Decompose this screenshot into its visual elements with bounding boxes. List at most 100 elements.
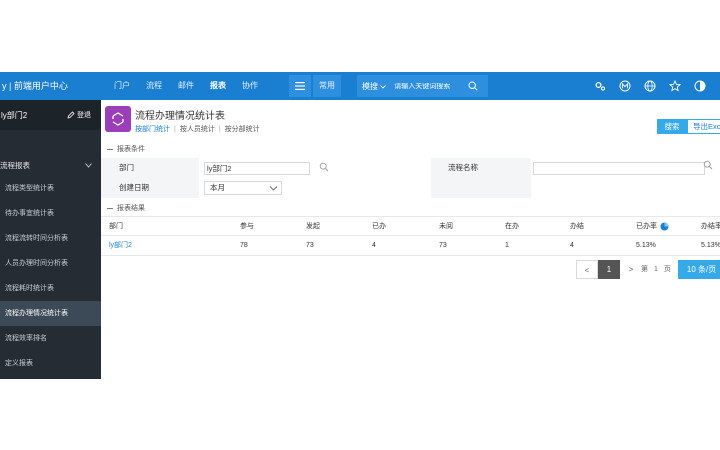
sidebar-items: 流程类型统计表 待办事宜统计表 流程流转时间分析表 人员办理时间分析表 流程耗时… <box>0 176 101 376</box>
search-icon[interactable] <box>319 162 329 172</box>
date-select[interactable]: 本月 <box>204 181 282 195</box>
results-section-header[interactable]: 报表结果 <box>107 203 145 213</box>
tab-by-department[interactable]: 按部门统计 <box>135 126 170 133</box>
page-number-current[interactable]: 1 <box>598 260 620 279</box>
sidebar-item-flow-time-analysis[interactable]: 流程流转时间分析表 <box>0 226 101 251</box>
sidebar-group-workflow-reports[interactable]: 流程报表 <box>0 155 101 175</box>
nav-reports[interactable]: 报表 <box>202 72 234 100</box>
sidebar-item-workflow-type-stats[interactable]: 流程类型统计表 <box>0 176 101 201</box>
table-cell: 73 <box>439 242 447 249</box>
nav-mail[interactable]: 邮件 <box>170 72 202 100</box>
table-cell: 78 <box>240 242 248 249</box>
table-cell: 4 <box>570 242 574 249</box>
report-subtabs: 按部门统计 | 按人员统计 | 按分部统计 <box>135 124 260 134</box>
theme-icon[interactable] <box>687 72 712 100</box>
results-title: 报表结果 <box>117 205 145 212</box>
power-icon[interactable] <box>712 72 720 100</box>
chevron-down-icon <box>380 84 387 89</box>
top-bar: y | 前端用户中心 门户 流程 邮件 报表 协作 常用 模搜 <box>0 72 720 100</box>
table-cell-department[interactable]: ly部门2 <box>109 236 132 256</box>
search-icon[interactable] <box>703 160 713 170</box>
workflow-name-field[interactable] <box>533 162 705 175</box>
table-header: 部门 参与 发起 已办 未阅 在办 办结 已办率 办结率 <box>101 216 720 236</box>
collapse-icon <box>107 207 113 209</box>
top-icons <box>587 72 720 100</box>
date-select-value: 本月 <box>210 183 225 192</box>
date-label: 创建日期 <box>119 183 149 192</box>
table-cell: 4 <box>372 242 376 249</box>
sidebar-item-todo-stats[interactable]: 待办事宜统计表 <box>0 201 101 226</box>
column-header[interactable]: 办结率 <box>701 217 720 237</box>
column-header-completion-rate[interactable]: 已办率 <box>636 217 669 237</box>
sidebar: ly部门2 登退 流程报表 流程类型统计表 待办事宜统计表 流程流转时间分析表 … <box>0 100 101 379</box>
sidebar-item-person-time-analysis[interactable]: 人员办理时间分析表 <box>0 251 101 276</box>
search-scope-label: 模搜 <box>362 81 378 91</box>
conditions-form: 部门 ly部门2 创建日期 本月 流程名称 <box>101 156 720 198</box>
column-header: 已办率 <box>636 223 657 230</box>
logout-label: 登退 <box>77 112 91 119</box>
results-table: 部门 参与 发起 已办 未阅 在办 办结 已办率 办结率 ly部门2 78 73… <box>101 216 720 256</box>
department-label: 部门 <box>119 163 134 172</box>
global-search: 模搜 <box>357 75 488 97</box>
top-nav: 门户 流程 邮件 报表 协作 <box>106 72 266 100</box>
main-content: 流程办理情况统计表 按部门统计|按人员统计|按分部统计 搜索 导出Excel 报… <box>101 100 720 390</box>
pagination: < 1 > 第 1 页 10 条/页 <box>576 260 720 279</box>
menu-button[interactable] <box>289 75 311 97</box>
sidebar-item-efficiency-ranking[interactable]: 流程效率排名 <box>0 326 101 351</box>
column-header[interactable]: 发起 <box>306 217 320 237</box>
sidebar-item-define-report[interactable]: 定义报表 <box>0 351 101 376</box>
common-button[interactable]: 常用 <box>313 75 341 97</box>
report-icon <box>105 106 131 132</box>
search-input[interactable] <box>394 82 465 90</box>
next-page-button[interactable]: > <box>624 260 638 279</box>
page-size-select[interactable]: 10 条/页 <box>677 260 720 279</box>
m-icon[interactable] <box>612 72 637 100</box>
column-header[interactable]: 部门 <box>109 217 123 237</box>
sidebar-item-duration-stats[interactable]: 流程耗时统计表 <box>0 276 101 301</box>
chevron-down-icon <box>269 186 278 191</box>
goto-label: 第 <box>641 266 648 273</box>
column-header[interactable]: 办结 <box>570 217 584 237</box>
nav-workflow[interactable]: 流程 <box>138 72 170 100</box>
column-header[interactable]: 参与 <box>240 217 254 237</box>
nav-collaboration[interactable]: 协作 <box>234 72 266 100</box>
logout-button[interactable]: 登退 <box>67 110 91 120</box>
sidebar-header: ly部门2 登退 <box>0 100 101 130</box>
tab-by-person[interactable]: 按人员统计 <box>180 126 215 133</box>
table-cell: 1 <box>505 242 509 249</box>
conditions-section-header[interactable]: 报表条件 <box>107 144 145 154</box>
pie-chart-icon[interactable] <box>660 222 669 231</box>
search-icon[interactable] <box>468 81 478 91</box>
table-cell: 73 <box>306 242 314 249</box>
tab-divider: | <box>174 126 176 133</box>
table-cell: 5.13% <box>701 242 720 249</box>
conditions-title: 报表条件 <box>117 146 145 153</box>
collapse-icon <box>107 148 113 150</box>
hamburger-icon <box>295 82 305 90</box>
column-header[interactable]: 在办 <box>505 217 519 237</box>
export-excel-button[interactable]: 导出Excel <box>687 119 720 134</box>
star-icon[interactable] <box>662 72 687 100</box>
department-field[interactable]: ly部门2 <box>204 162 310 175</box>
search-scope-select[interactable]: 模搜 <box>357 81 387 92</box>
edit-icon <box>67 111 75 119</box>
form-row-date: 创建日期 本月 <box>101 178 720 198</box>
label-cell <box>101 178 199 198</box>
globe-icon[interactable] <box>637 72 662 100</box>
column-header[interactable]: 未阅 <box>439 217 453 237</box>
sidebar-group-label: 流程报表 <box>0 160 30 170</box>
prev-page-button[interactable]: < <box>576 260 598 279</box>
column-header[interactable]: 已办 <box>372 217 386 237</box>
table-row: ly部门2 78 73 4 73 1 4 5.13% 5.13% <box>101 236 720 256</box>
app-brand[interactable]: y | 前端用户中心 <box>0 72 101 100</box>
label-cell <box>431 158 531 198</box>
gear-icon[interactable] <box>587 72 612 100</box>
search-button[interactable]: 搜索 <box>657 119 687 134</box>
sidebar-item-handling-stats[interactable]: 流程办理情况统计表 <box>0 301 101 326</box>
tab-by-branch[interactable]: 按分部统计 <box>225 126 260 133</box>
chevron-down-icon <box>85 162 92 168</box>
current-department[interactable]: ly部门2 <box>0 110 27 121</box>
goto-page-input[interactable]: 1 <box>651 260 661 279</box>
nav-portal[interactable]: 门户 <box>106 72 138 100</box>
tab-divider: | <box>218 126 221 133</box>
